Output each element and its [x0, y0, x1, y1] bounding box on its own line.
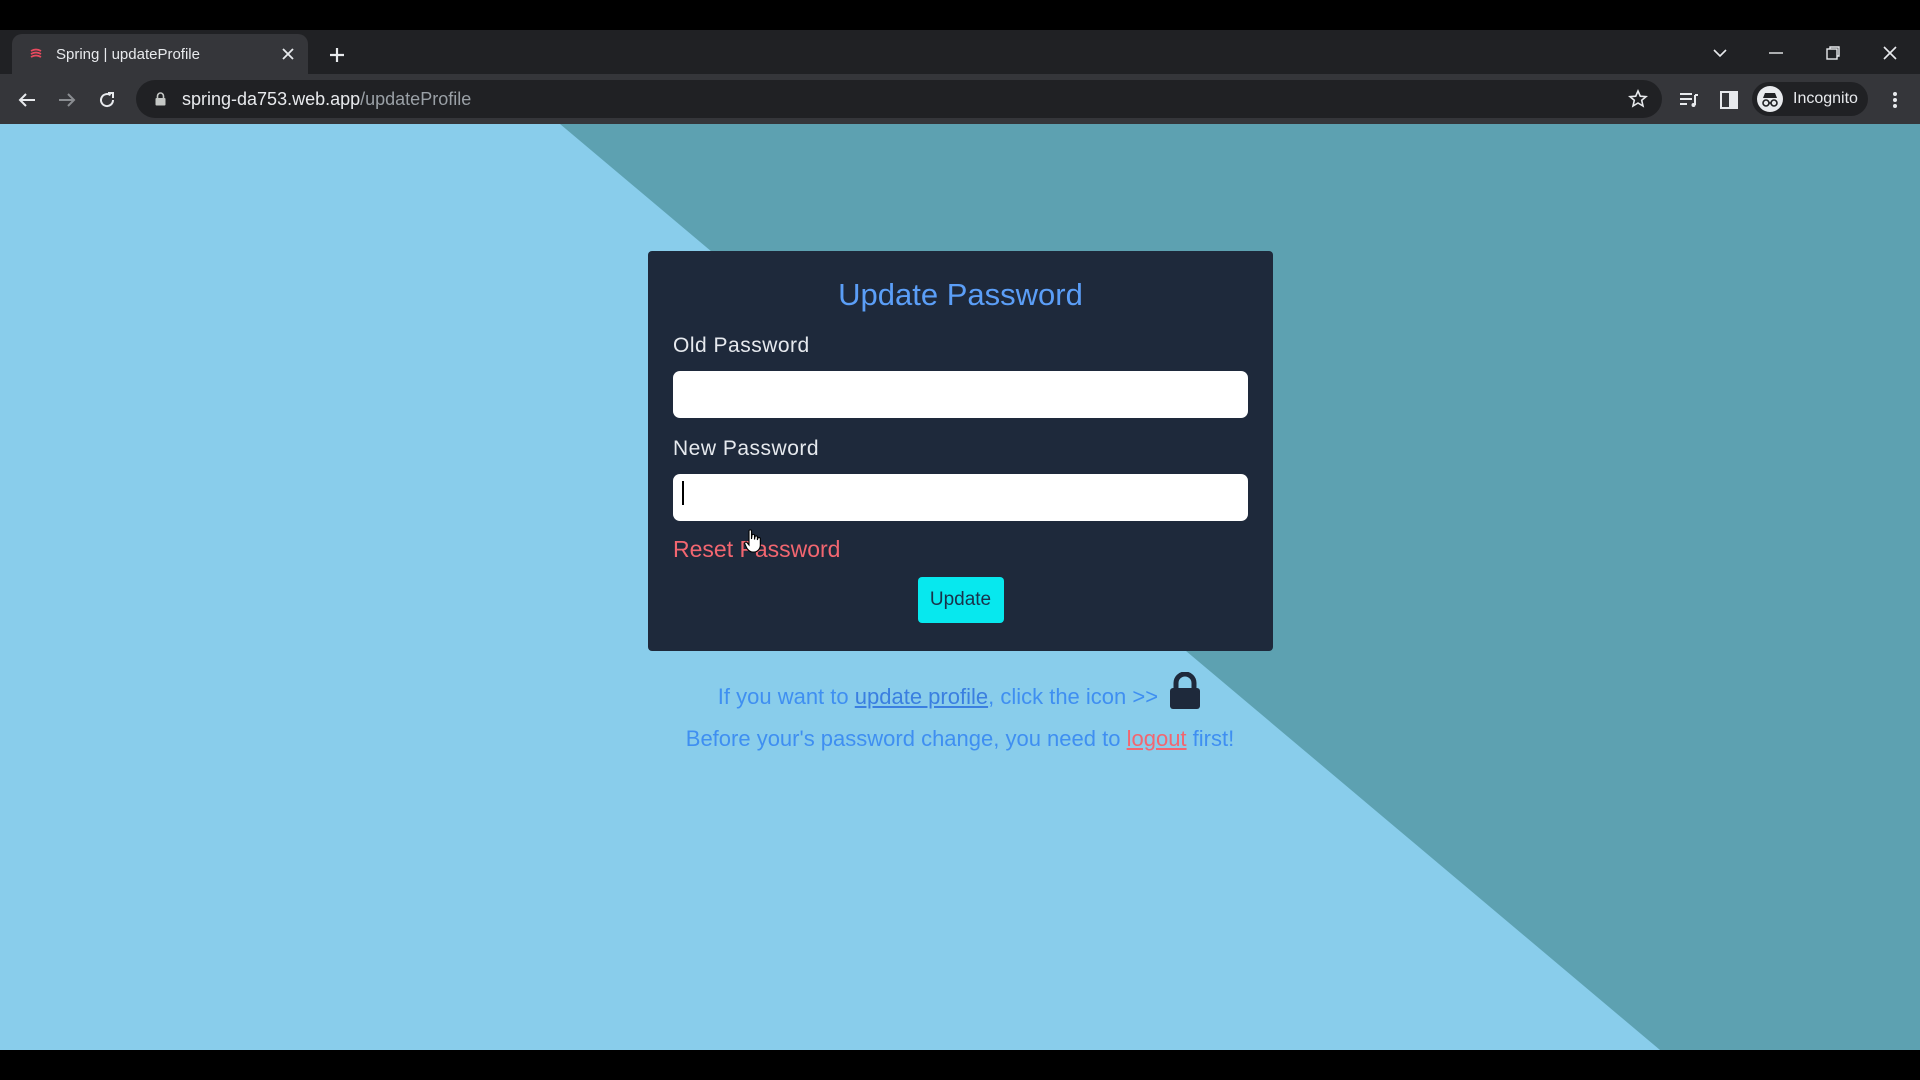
old-password-label: Old Password [673, 334, 810, 357]
browser-menu-icon[interactable] [1880, 85, 1910, 115]
close-window-icon[interactable] [1872, 38, 1908, 68]
back-icon[interactable] [12, 85, 42, 115]
form-title: Update Password [838, 277, 1083, 312]
url-host: spring-da753.web.app [182, 88, 361, 109]
logout-hint-prefix: Before your's password change, you need … [685, 726, 1121, 751]
page-viewport: Update Password Old Password New Passwor… [0, 124, 1920, 1050]
incognito-label: Incognito [1793, 90, 1858, 107]
lock-icon[interactable] [1168, 671, 1202, 716]
incognito-icon [1757, 86, 1783, 112]
bookmark-star-icon[interactable] [1626, 87, 1650, 111]
address-bar[interactable]: spring-da753.web.app /updateProfile [136, 80, 1662, 118]
new-tab-icon[interactable] [322, 40, 352, 70]
spring-favicon-icon [28, 46, 44, 62]
hand-cursor-icon [744, 529, 761, 553]
text-caret [682, 481, 684, 505]
side-panel-icon[interactable] [1714, 85, 1744, 115]
url-path: /updateProfile [360, 88, 472, 109]
secure-lock-icon[interactable] [152, 91, 168, 107]
tab-title: Spring | updateProfile [56, 45, 200, 63]
new-password-input[interactable] [673, 474, 1248, 521]
update-profile-link[interactable]: update profile [855, 684, 988, 709]
update-profile-hint: If you want to update profile, click the… [0, 671, 1920, 716]
screen: Spring | updateProfile spring-da753.web.… [0, 0, 1920, 1080]
logout-link[interactable]: logout [1127, 726, 1187, 751]
browser-tab[interactable]: Spring | updateProfile [12, 34, 308, 74]
tab-search-icon[interactable] [1702, 38, 1738, 68]
logout-hint-suffix: first! [1192, 726, 1235, 751]
media-queue-icon[interactable] [1674, 85, 1704, 115]
profile-hint-suffix: , click the icon >> [988, 684, 1159, 709]
tab-close-icon[interactable] [276, 42, 300, 66]
update-button[interactable]: Update [917, 577, 1004, 623]
old-password-input[interactable] [673, 371, 1248, 418]
restore-icon[interactable] [1815, 38, 1851, 68]
logout-hint: Before your's password change, you need … [0, 726, 1920, 752]
profile-hint-prefix: If you want to [717, 684, 849, 709]
minimize-icon[interactable] [1758, 38, 1794, 68]
browser-toolbar: spring-da753.web.app /updateProfile Inco… [0, 74, 1920, 124]
forward-icon[interactable] [52, 85, 82, 115]
reload-icon[interactable] [92, 85, 122, 115]
new-password-label: New Password [673, 437, 820, 460]
update-password-card: Update Password Old Password New Passwor… [648, 251, 1273, 651]
incognito-profile-button[interactable]: Incognito [1752, 82, 1868, 116]
tab-strip: Spring | updateProfile [0, 30, 1920, 74]
bottom-letterbox [0, 1050, 1920, 1080]
